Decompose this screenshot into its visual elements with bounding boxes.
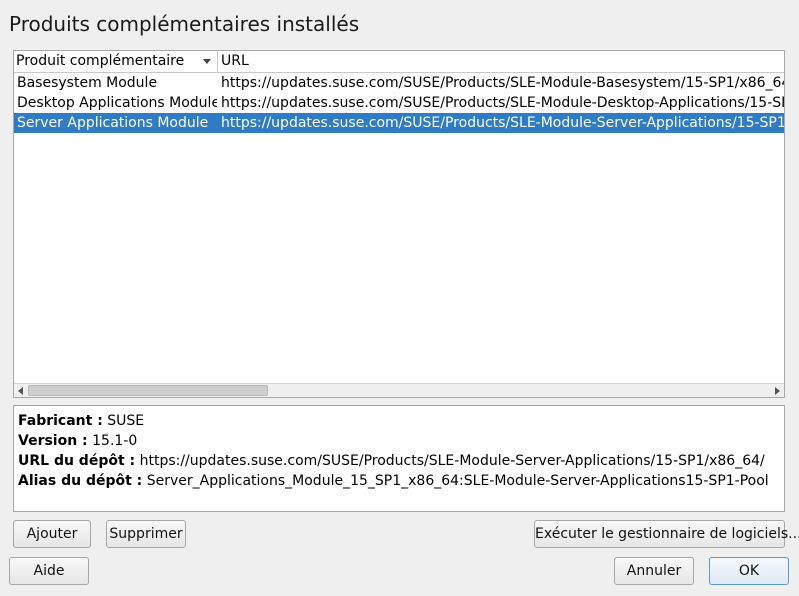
ok-button[interactable]: OK (709, 557, 789, 585)
table-body: Basesystem Module https://updates.suse.c… (14, 73, 784, 133)
cell-product: Basesystem Module (17, 75, 158, 91)
table-header: Produit complémentaire URL (14, 51, 784, 73)
detail-vendor: Fabricant : SUSE (18, 411, 784, 431)
dialog-title: Produits complémentaires installés (9, 12, 360, 36)
detail-repo-alias-label: Alias du dépôt : (18, 473, 143, 489)
table-row[interactable]: Desktop Applications Module https://upda… (14, 93, 784, 113)
column-header-product-label: Produit complémentaire (16, 53, 185, 69)
detail-vendor-label: Fabricant : (18, 413, 103, 429)
addon-products-table[interactable]: Produit complémentaire URL Basesystem Mo… (13, 50, 785, 398)
run-software-manager-button[interactable]: Exécuter le gestionnaire de logiciels... (534, 520, 799, 548)
detail-version-label: Version : (18, 433, 88, 449)
detail-repo-alias-value: Server_Applications_Module_15_SP1_x86_64… (146, 473, 769, 489)
product-details-panel: Fabricant : SUSE Version : 15.1-0 URL du… (13, 405, 785, 512)
arrow-left-icon (18, 387, 23, 395)
detail-repo-url-value: https://updates.suse.com/SUSE/Products/S… (139, 453, 765, 469)
cancel-button[interactable]: Annuler (614, 557, 694, 585)
detail-repo-url-label: URL du dépôt : (18, 453, 136, 469)
help-button[interactable]: Aide (9, 557, 89, 585)
column-header-product[interactable]: Produit complémentaire (14, 51, 218, 72)
detail-repo-alias: Alias du dépôt : Server_Applications_Mod… (18, 471, 784, 491)
cell-url: https://updates.suse.com/SUSE/Products/S… (221, 75, 784, 91)
cell-product: Server Applications Module (17, 115, 209, 131)
table-row[interactable]: Basesystem Module https://updates.suse.c… (14, 73, 784, 93)
cell-url: https://updates.suse.com/SUSE/Products/S… (221, 95, 784, 111)
arrow-right-icon (775, 387, 780, 395)
cell-url: https://updates.suse.com/SUSE/Products/S… (221, 115, 784, 131)
column-header-url-label: URL (221, 53, 249, 69)
sort-descending-icon (203, 59, 211, 64)
scroll-right-button[interactable] (770, 384, 784, 397)
column-header-url[interactable]: URL (218, 51, 784, 72)
cell-product: Desktop Applications Module (17, 95, 217, 111)
delete-button[interactable]: Supprimer (106, 520, 186, 548)
horizontal-scrollbar[interactable] (14, 383, 784, 397)
scrollbar-thumb[interactable] (28, 385, 268, 396)
table-row-selected[interactable]: Server Applications Module https://updat… (14, 113, 784, 133)
detail-version-value: 15.1-0 (92, 433, 138, 449)
detail-repo-url: URL du dépôt : https://updates.suse.com/… (18, 451, 784, 471)
detail-version: Version : 15.1-0 (18, 431, 784, 451)
detail-vendor-value: SUSE (107, 413, 145, 429)
add-button[interactable]: Ajouter (13, 520, 91, 548)
scroll-left-button[interactable] (14, 384, 28, 397)
